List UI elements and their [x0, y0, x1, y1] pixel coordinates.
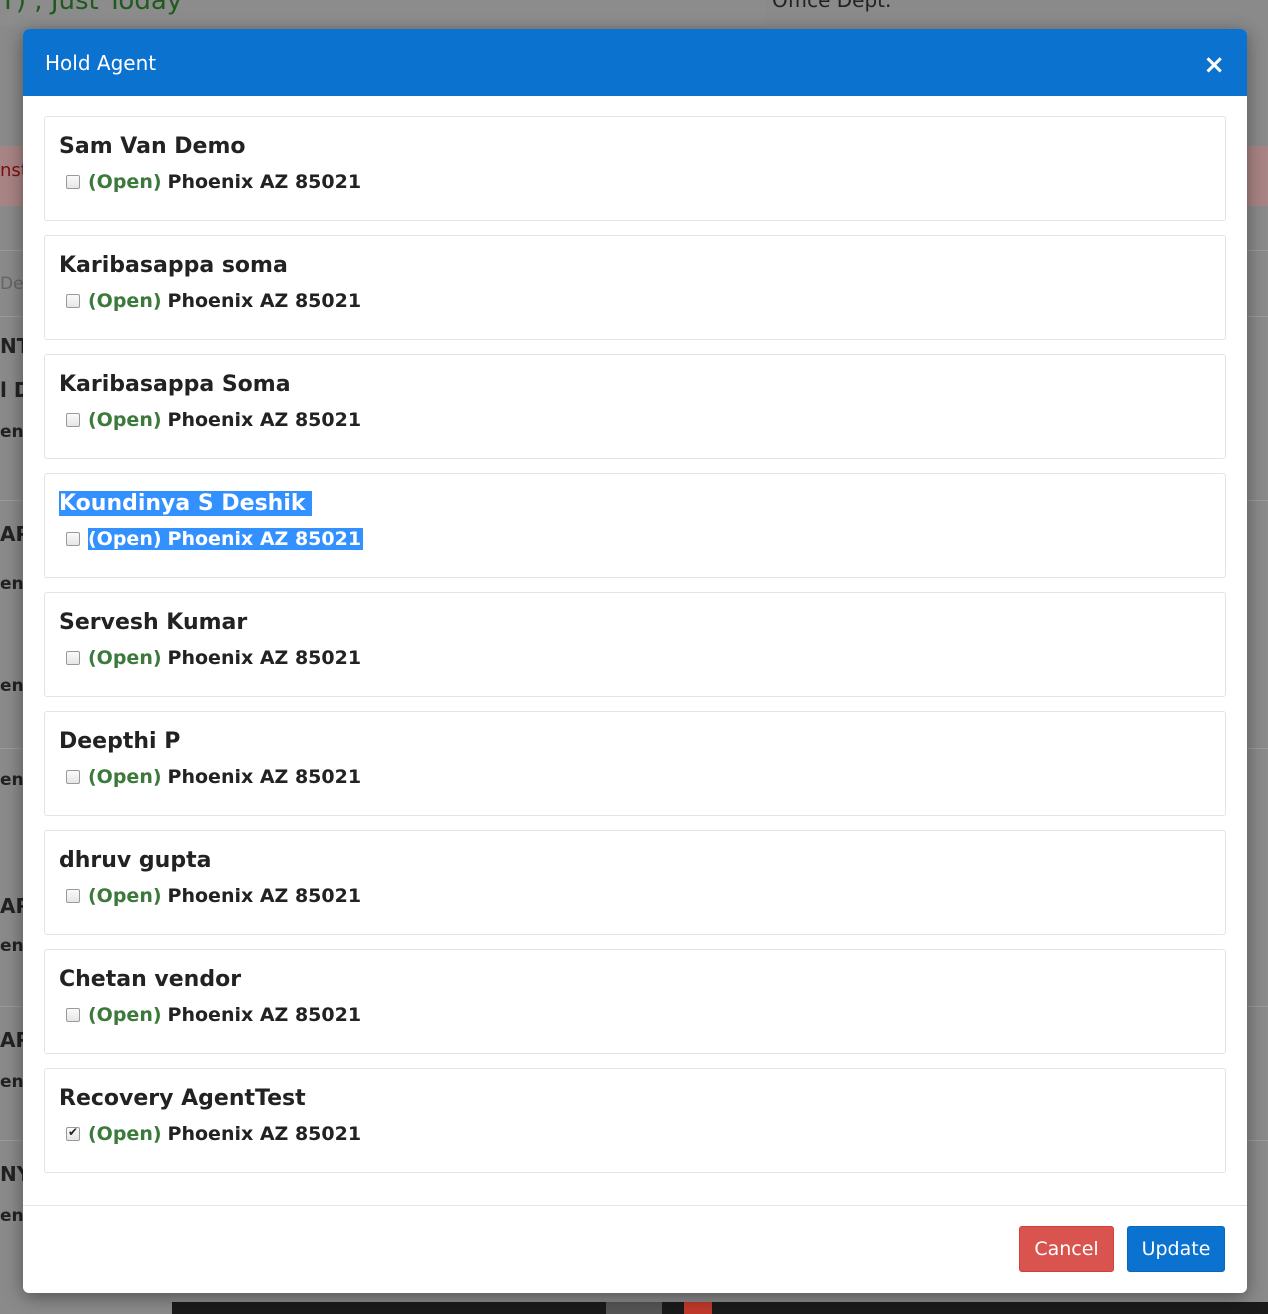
agent-checkbox[interactable]	[66, 413, 80, 427]
agent-card: dhruv gupta (Open) Phoenix AZ 85021	[44, 830, 1226, 935]
agent-checkbox[interactable]	[66, 651, 80, 665]
taskbar-active-item[interactable]	[606, 1302, 662, 1314]
taskbar	[172, 1302, 1268, 1314]
agent-checkbox[interactable]	[66, 294, 80, 308]
agent-location: Phoenix AZ 85021	[167, 1004, 362, 1026]
background-date-filter: T) , Just Today	[0, 0, 183, 16]
agent-location: Phoenix AZ 85021	[167, 885, 362, 907]
agent-option: (Open) Phoenix AZ 85021	[59, 407, 1211, 433]
modal-footer: Cancel Update	[23, 1205, 1247, 1293]
agent-card: Sam Van Demo (Open) Phoenix AZ 85021	[44, 116, 1226, 221]
agent-option: (Open) Phoenix AZ 85021	[59, 288, 1211, 314]
agent-checkbox[interactable]	[66, 175, 80, 189]
agent-name-text: Karibasappa Soma	[59, 372, 291, 397]
agent-location: Phoenix AZ 85021	[167, 528, 362, 550]
agent-name: Servesh Kumar	[59, 607, 1211, 639]
agent-name-text: Chetan vendor	[59, 967, 242, 992]
agent-location: Phoenix AZ 85021	[167, 647, 362, 669]
agent-status: (Open)	[88, 171, 162, 193]
background-fragment: De	[0, 274, 24, 294]
agent-checkbox[interactable]	[66, 889, 80, 903]
agent-status: (Open)	[88, 290, 162, 312]
agent-name-text: Koundinya S Deshik	[59, 491, 312, 516]
agent-status: (Open)	[88, 528, 162, 550]
modal-body: Sam Van Demo (Open) Phoenix AZ 85021 Kar…	[23, 96, 1247, 1205]
close-icon[interactable]: ×	[1203, 52, 1225, 78]
agent-name: Deepthi P	[59, 726, 1211, 758]
background-office-dept: Office Dept.	[772, 0, 892, 12]
agent-status: (Open)	[88, 1004, 162, 1026]
agent-card: Chetan vendor (Open) Phoenix AZ 85021	[44, 949, 1226, 1054]
update-button[interactable]: Update	[1127, 1226, 1225, 1272]
modal-header: Hold Agent ×	[23, 29, 1247, 96]
agent-option: (Open) Phoenix AZ 85021	[59, 169, 1211, 195]
agent-option: (Open) Phoenix AZ 85021	[59, 1121, 1211, 1147]
agent-name-text: Recovery AgentTest	[59, 1086, 306, 1111]
agent-status: (Open)	[88, 409, 162, 431]
agent-status: (Open)	[88, 885, 162, 907]
agent-checkbox-checked[interactable]	[66, 1125, 80, 1141]
modal-title: Hold Agent	[45, 50, 157, 75]
agent-status: (Open)	[88, 766, 162, 788]
agent-card: Karibasappa Soma (Open) Phoenix AZ 85021	[44, 354, 1226, 459]
agent-location: Phoenix AZ 85021	[167, 171, 362, 193]
agent-option: (Open) Phoenix AZ 85021	[59, 645, 1211, 671]
agent-card: Servesh Kumar (Open) Phoenix AZ 85021	[44, 592, 1226, 697]
agent-name-text: dhruv gupta	[59, 848, 212, 873]
agent-checkbox[interactable]	[66, 1008, 80, 1022]
agent-card: Karibasappa soma (Open) Phoenix AZ 85021	[44, 235, 1226, 340]
agent-name: Koundinya S Deshik	[59, 488, 1211, 520]
agent-name: Chetan vendor	[59, 964, 1211, 996]
agent-location: Phoenix AZ 85021	[167, 409, 362, 431]
agent-checkbox[interactable]	[66, 770, 80, 784]
agent-option: (Open) Phoenix AZ 85021	[59, 764, 1211, 790]
selected-text: (Open) Phoenix AZ 85021	[88, 528, 364, 550]
agent-name-text: Karibasappa soma	[59, 253, 288, 278]
agent-card: Deepthi P (Open) Phoenix AZ 85021	[44, 711, 1226, 816]
agent-name-text: Servesh Kumar	[59, 610, 248, 635]
hold-agent-modal: Hold Agent × Sam Van Demo (Open) Phoenix…	[23, 29, 1247, 1293]
agent-status: (Open)	[88, 1123, 162, 1145]
agent-option: (Open) Phoenix AZ 85021	[59, 1002, 1211, 1028]
agent-name: Karibasappa Soma	[59, 369, 1211, 401]
agent-location: Phoenix AZ 85021	[167, 766, 362, 788]
agent-status: (Open)	[88, 647, 162, 669]
agent-card-highlighted: Koundinya S Deshik (Open) Phoenix AZ 850…	[44, 473, 1226, 578]
agent-name-text: Deepthi P	[59, 729, 181, 754]
agent-location: Phoenix AZ 85021	[167, 290, 362, 312]
agent-name: Sam Van Demo	[59, 131, 1211, 163]
agent-option: (Open) Phoenix AZ 85021	[59, 883, 1211, 909]
agent-checkbox[interactable]	[66, 532, 80, 546]
agent-name: dhruv gupta	[59, 845, 1211, 877]
agent-option: (Open) Phoenix AZ 85021	[59, 526, 1211, 552]
agent-name-text: Sam Van Demo	[59, 134, 246, 159]
agent-name: Karibasappa soma	[59, 250, 1211, 282]
cancel-button[interactable]: Cancel	[1019, 1226, 1114, 1272]
agent-name: Recovery AgentTest	[59, 1083, 1211, 1115]
agent-card: Recovery AgentTest (Open) Phoenix AZ 850…	[44, 1068, 1226, 1173]
agent-location: Phoenix AZ 85021	[167, 1123, 362, 1145]
taskbar-app-icon[interactable]	[684, 1302, 712, 1314]
